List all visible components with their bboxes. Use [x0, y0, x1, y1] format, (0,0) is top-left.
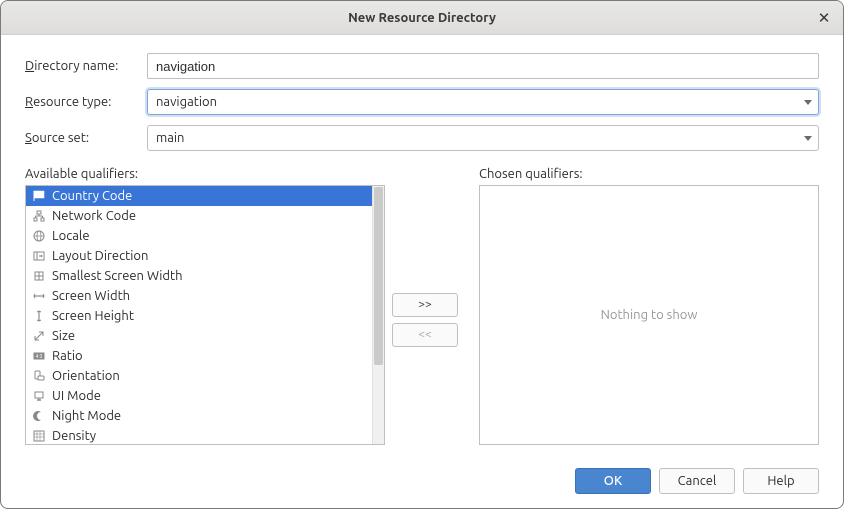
- screen-height-icon: [32, 309, 46, 323]
- row-directory-name: Directory name:: [25, 53, 819, 79]
- help-button[interactable]: Help: [743, 468, 819, 494]
- network-icon: [32, 209, 46, 223]
- svg-text:4:3: 4:3: [36, 354, 43, 360]
- flag-icon: [32, 189, 46, 203]
- directory-name-input[interactable]: [147, 53, 819, 79]
- qualifier-item-label: Ratio: [52, 349, 83, 363]
- qualifier-item[interactable]: Screen Width: [26, 286, 372, 306]
- dialog-window: New Resource Directory ✕ Directory name:…: [0, 0, 844, 509]
- qualifier-item-label: UI Mode: [52, 389, 101, 403]
- scrollbar[interactable]: [372, 186, 384, 444]
- ui-mode-icon: [32, 389, 46, 403]
- dialog-button-bar: OK Cancel Help: [25, 454, 819, 494]
- titlebar: New Resource Directory ✕: [1, 1, 843, 35]
- qualifier-item[interactable]: Country Code: [26, 186, 372, 206]
- qualifier-item-label: Orientation: [52, 369, 120, 383]
- dialog-content: Directory name: Resource type: navigatio…: [1, 35, 843, 508]
- close-button[interactable]: ✕: [815, 9, 833, 27]
- cancel-button[interactable]: Cancel: [659, 468, 735, 494]
- add-qualifier-button[interactable]: >>: [392, 293, 458, 317]
- available-qualifiers-list[interactable]: Country Code Network Code Locale Layout Dir…: [25, 185, 385, 445]
- transfer-buttons-column: >> <<: [385, 167, 465, 454]
- resource-type-combo[interactable]: navigation: [147, 89, 819, 115]
- qualifier-item[interactable]: Orientation: [26, 366, 372, 386]
- qualifier-item-label: Size: [52, 329, 75, 343]
- size-icon: [32, 329, 46, 343]
- qualifier-item[interactable]: Network Code: [26, 206, 372, 226]
- globe-icon: [32, 229, 46, 243]
- qualifier-item-label: Smallest Screen Width: [52, 269, 183, 283]
- label-source-set: Source set:: [25, 131, 147, 145]
- qualifier-item-label: Screen Width: [52, 289, 130, 303]
- source-set-value: main: [156, 131, 804, 145]
- ok-button[interactable]: OK: [575, 468, 651, 494]
- qualifier-item[interactable]: UI Mode: [26, 386, 372, 406]
- ratio-icon: 4:3: [32, 349, 46, 363]
- chosen-empty-text: Nothing to show: [601, 308, 698, 322]
- screen-width-icon: [32, 289, 46, 303]
- chosen-column: Chosen qualifiers: Nothing to show: [465, 167, 819, 454]
- orientation-icon: [32, 369, 46, 383]
- qualifier-item-label: Night Mode: [52, 409, 121, 423]
- qualifier-item[interactable]: Size: [26, 326, 372, 346]
- resource-type-value: navigation: [156, 95, 804, 109]
- qualifiers-area: Available qualifiers: Country Code Networ…: [25, 167, 819, 454]
- chosen-qualifiers-list[interactable]: Nothing to show: [479, 185, 819, 445]
- qualifier-item[interactable]: Night Mode: [26, 406, 372, 426]
- qualifier-item-label: Country Code: [52, 189, 132, 203]
- row-source-set: Source set: main: [25, 125, 819, 151]
- label-chosen-qualifiers: Chosen qualifiers:: [479, 167, 819, 181]
- chevron-down-icon: [804, 100, 812, 105]
- scrollbar-thumb[interactable]: [374, 187, 383, 365]
- layout-dir-icon: [32, 249, 46, 263]
- qualifier-item[interactable]: Smallest Screen Width: [26, 266, 372, 286]
- label-resource-type: Resource type:: [25, 95, 147, 109]
- label-available-qualifiers: Available qualifiers:: [25, 167, 385, 181]
- available-column: Available qualifiers: Country Code Networ…: [25, 167, 385, 454]
- qualifier-item[interactable]: Screen Height: [26, 306, 372, 326]
- dialog-title: New Resource Directory: [348, 11, 496, 25]
- smallest-width-icon: [32, 269, 46, 283]
- density-icon: [32, 429, 46, 443]
- close-icon: ✕: [818, 9, 831, 27]
- qualifier-item-label: Density: [52, 429, 96, 443]
- qualifier-item[interactable]: Density: [26, 426, 372, 444]
- qualifier-item-label: Screen Height: [52, 309, 134, 323]
- label-directory-name: Directory name:: [25, 59, 147, 73]
- chevron-down-icon: [804, 136, 812, 141]
- qualifier-item-label: Locale: [52, 229, 90, 243]
- qualifier-item[interactable]: Layout Direction: [26, 246, 372, 266]
- qualifier-item-label: Layout Direction: [52, 249, 148, 263]
- qualifier-item-label: Network Code: [52, 209, 136, 223]
- remove-qualifier-button[interactable]: <<: [392, 323, 458, 347]
- row-resource-type: Resource type: navigation: [25, 89, 819, 115]
- night-icon: [32, 409, 46, 423]
- source-set-combo[interactable]: main: [147, 125, 819, 151]
- qualifier-item[interactable]: 4:3 Ratio: [26, 346, 372, 366]
- qualifier-item[interactable]: Locale: [26, 226, 372, 246]
